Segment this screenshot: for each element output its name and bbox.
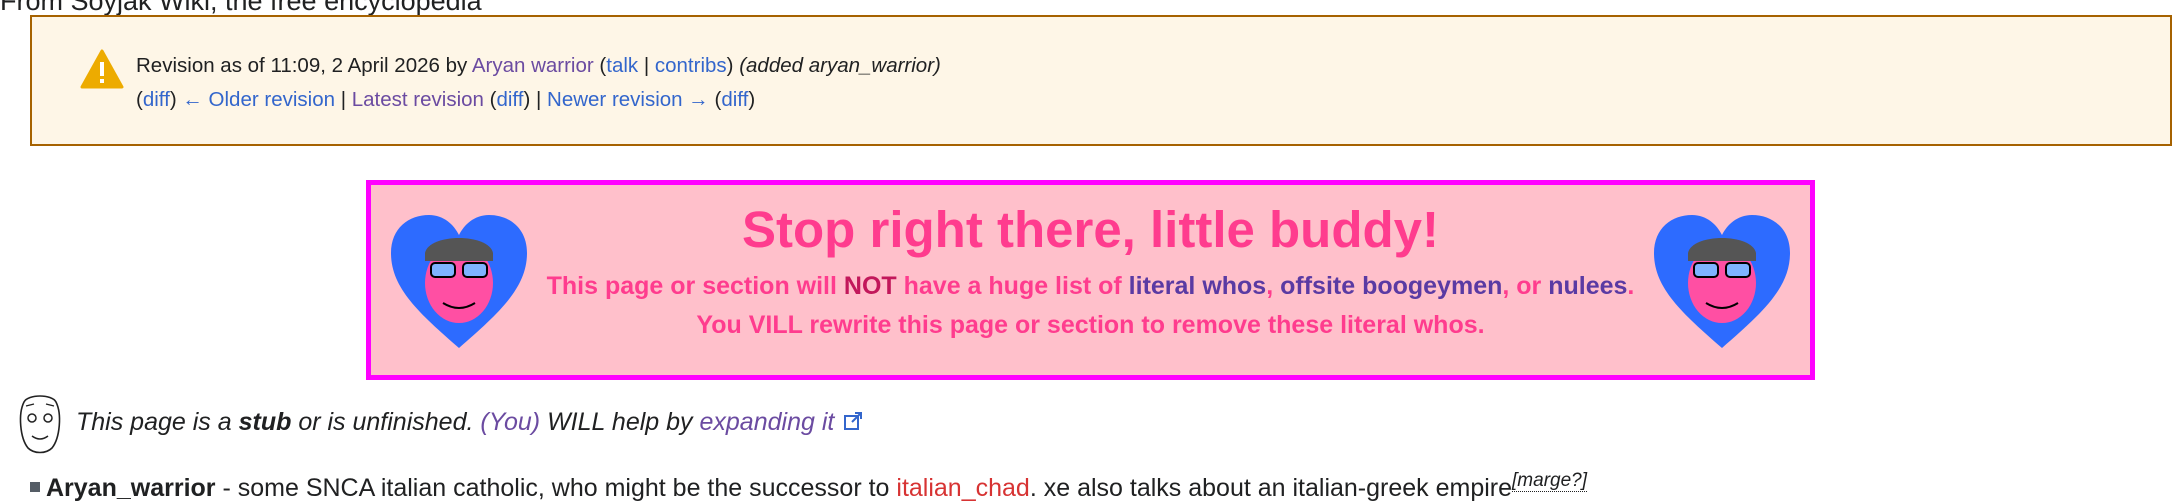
you-link[interactable]: (You): [480, 408, 540, 436]
banner-line-1: This page or section will NOT have a hug…: [546, 272, 1635, 300]
latest-revision-link[interactable]: Latest revision: [352, 88, 484, 111]
diff-link-1[interactable]: diff: [143, 88, 170, 111]
revision-timestamp: Revision as of 11:09, 2 April 2026 by: [136, 54, 468, 77]
user-contribs-link[interactable]: contribs: [655, 54, 727, 77]
banner-line-2: You VILL rewrite this page or section to…: [696, 311, 1485, 339]
banner-title: Stop right there, little buddy!: [742, 201, 1439, 258]
list-item: Aryan_warrior - some SNCA italian cathol…: [30, 470, 1588, 503]
entry-name: Aryan_warrior: [46, 474, 216, 502]
marge-tag[interactable]: [marge?]: [1512, 470, 1588, 492]
diff-link-3[interactable]: diff: [721, 88, 748, 111]
stub-notice: This page is a stub or is unfinished. (Y…: [76, 408, 863, 437]
warning-icon: [80, 49, 124, 89]
expanding-it-link[interactable]: expanding it: [700, 408, 835, 436]
soyjak-stub-icon: [19, 395, 61, 454]
offsite-boogeymen-link[interactable]: offsite boogeymen: [1280, 272, 1502, 300]
aryan-heart-icon: [1654, 215, 1790, 348]
user-talk-link[interactable]: talk: [606, 54, 638, 77]
revision-user-link[interactable]: Aryan warrior: [472, 54, 594, 77]
literal-whos-link[interactable]: literal whos: [1129, 272, 1267, 300]
external-link-icon: [844, 412, 863, 430]
edit-summary: (added aryan_warrior): [739, 54, 941, 77]
revision-navigation: (diff) ← Older revision | Latest revisio…: [136, 88, 756, 111]
bullet-icon: [30, 482, 40, 492]
newer-revision-link[interactable]: Newer revision →: [547, 88, 709, 111]
italian-chad-link[interactable]: italian_chad: [896, 474, 1029, 502]
nulees-link[interactable]: nulees: [1548, 272, 1627, 300]
stop-banner: Stop right there, little buddy! This pag…: [366, 180, 1815, 380]
older-revision-link[interactable]: ← Older revision: [182, 88, 335, 111]
revision-notice: Revision as of 11:09, 2 April 2026 by Ar…: [30, 15, 2172, 146]
revision-info: Revision as of 11:09, 2 April 2026 by Ar…: [136, 54, 941, 77]
diff-link-2[interactable]: diff: [496, 88, 523, 111]
